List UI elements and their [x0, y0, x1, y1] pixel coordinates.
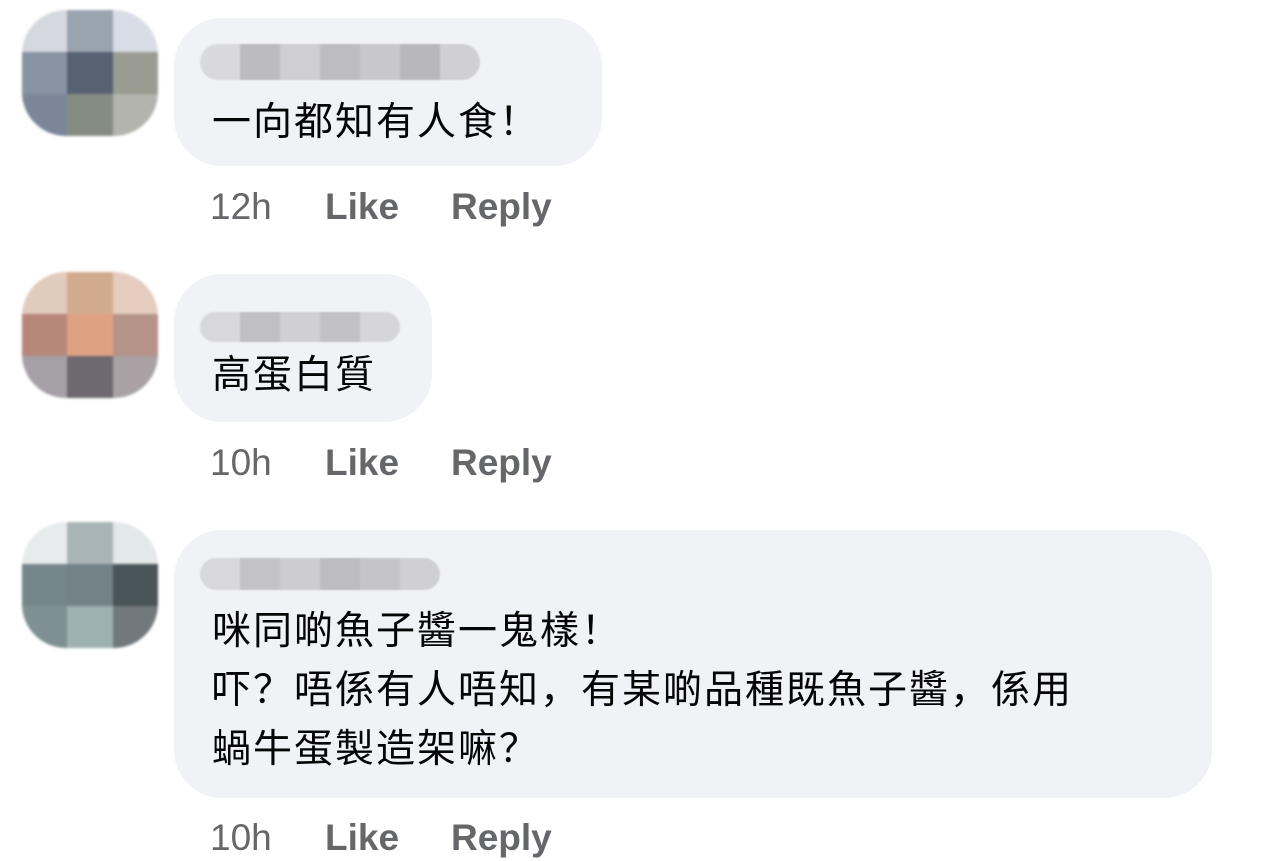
comment-timestamp[interactable]: 10h [210, 442, 325, 484]
avatar[interactable] [22, 272, 158, 398]
reply-button[interactable]: Reply [451, 442, 552, 484]
like-button[interactable]: Like [325, 817, 451, 859]
comment-bubble: 一向都知有人食！ [174, 18, 602, 166]
comment-text: 高蛋白質 [212, 353, 377, 398]
reply-button[interactable]: Reply [451, 186, 552, 228]
comment-actions: 12h Like Reply [210, 184, 552, 230]
comment-timestamp[interactable]: 12h [210, 186, 325, 228]
reply-button[interactable]: Reply [451, 817, 552, 859]
comment-actions: 10h Like Reply [210, 815, 552, 861]
commenter-name-redacted[interactable] [200, 558, 440, 590]
commenter-name-redacted[interactable] [200, 312, 400, 342]
avatar[interactable] [22, 10, 158, 136]
comment-text: 咪同啲魚子醬一鬼樣！ 吓？唔係有人唔知，有某啲品種既魚子醬，係用 蝸牛蛋製造架嘛… [212, 609, 1074, 772]
comment-bubble: 咪同啲魚子醬一鬼樣！ 吓？唔係有人唔知，有某啲品種既魚子醬，係用 蝸牛蛋製造架嘛… [174, 530, 1212, 798]
comment-text: 一向都知有人食！ [212, 100, 541, 145]
commenter-name-redacted[interactable] [200, 44, 480, 80]
comment-timestamp[interactable]: 10h [210, 817, 325, 859]
like-button[interactable]: Like [325, 186, 451, 228]
avatar[interactable] [22, 522, 158, 648]
like-button[interactable]: Like [325, 442, 451, 484]
comment-bubble: 高蛋白質 [174, 274, 432, 422]
comment-actions: 10h Like Reply [210, 440, 552, 486]
